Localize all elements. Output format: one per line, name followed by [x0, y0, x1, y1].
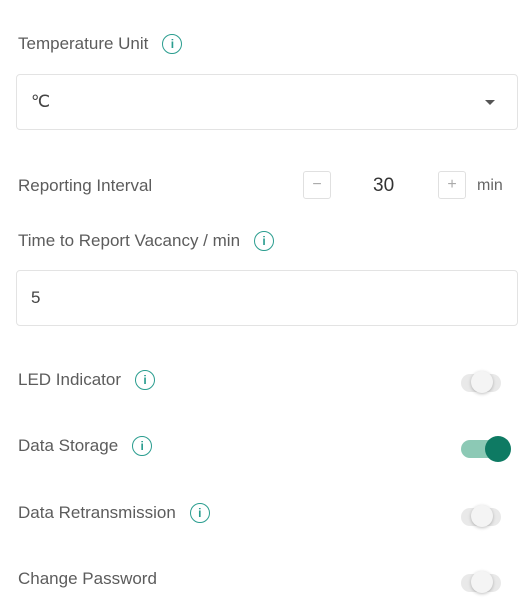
data-storage-row: Data Storage i — [18, 436, 153, 456]
vacancy-label: Time to Report Vacancy / min — [18, 231, 241, 250]
data-storage-label: Data Storage — [18, 436, 119, 455]
toggle-knob — [485, 436, 511, 462]
led-indicator-label: LED Indicator — [18, 370, 121, 389]
toggle-knob — [471, 571, 493, 593]
data-storage-toggle[interactable] — [461, 436, 511, 462]
increment-button[interactable]: + — [438, 171, 466, 199]
led-indicator-toggle[interactable] — [461, 371, 501, 393]
temperature-unit-label: Temperature Unit — [18, 34, 149, 53]
reporting-interval-unit: min — [477, 177, 503, 194]
vacancy-value: 5 — [31, 288, 41, 307]
data-retransmission-row: Data Retransmission i — [18, 503, 210, 523]
toggle-knob — [471, 371, 493, 393]
info-icon[interactable]: i — [189, 503, 210, 523]
toggle-knob — [471, 505, 493, 527]
data-retransmission-label: Data Retransmission — [18, 503, 176, 522]
change-password-label: Change Password — [18, 569, 157, 588]
reporting-interval-value[interactable]: 30 — [373, 175, 394, 197]
reporting-interval-label: Reporting Interval — [18, 176, 153, 195]
temperature-unit-select[interactable]: ℃ — [16, 74, 518, 130]
vacancy-label-row: Time to Report Vacancy / min i — [18, 231, 275, 251]
info-icon[interactable]: i — [162, 34, 183, 54]
change-password-row: Change Password — [18, 569, 157, 589]
info-icon[interactable]: i — [254, 231, 275, 251]
decrement-button[interactable]: − — [303, 171, 331, 199]
info-icon[interactable]: i — [132, 436, 153, 456]
data-retransmission-toggle[interactable] — [461, 505, 501, 527]
change-password-toggle[interactable] — [461, 571, 501, 593]
temperature-unit-value: ℃ — [31, 92, 51, 111]
temperature-unit-label-row: Temperature Unit i — [18, 34, 183, 54]
reporting-interval-label-row: Reporting Interval — [18, 176, 152, 196]
vacancy-input[interactable]: 5 — [16, 270, 518, 326]
info-icon[interactable]: i — [135, 370, 155, 390]
chevron-down-icon — [485, 100, 495, 105]
led-indicator-row: LED Indicator i — [18, 370, 155, 390]
